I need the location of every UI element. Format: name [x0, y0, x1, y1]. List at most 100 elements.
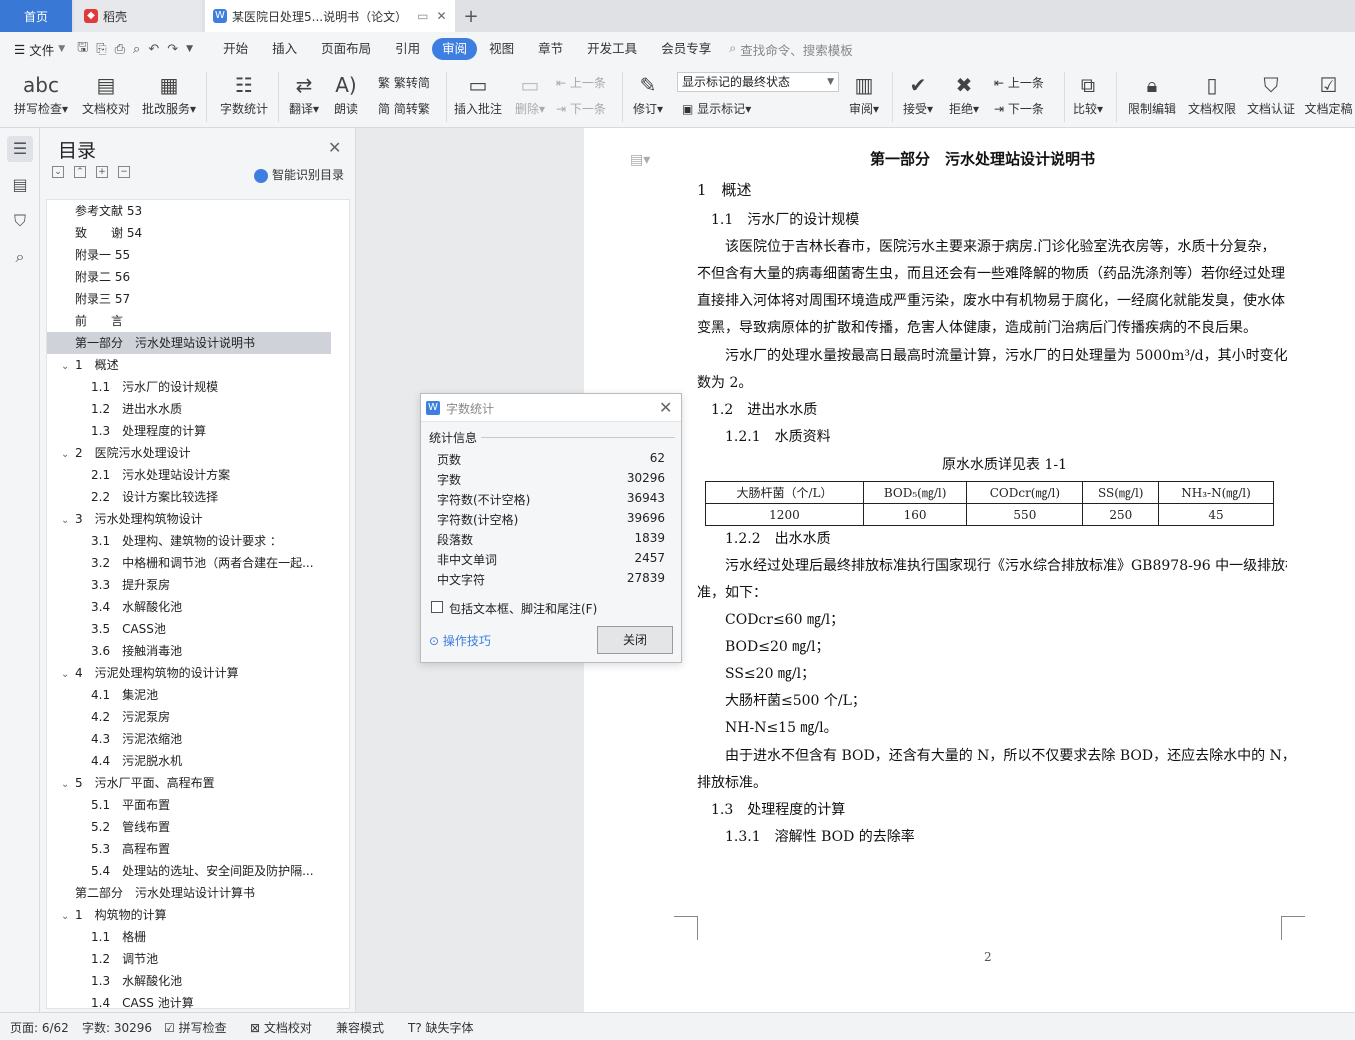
chevron-down-icon[interactable]: ⌄	[61, 664, 73, 684]
tab-document[interactable]: W 某医院日处理5...说明书（论文） ▭ ✕	[205, 0, 455, 32]
toc-item[interactable]: 1.1 污水厂的设计规模	[47, 376, 331, 398]
toc-item[interactable]: 5.3 高程布置	[47, 838, 331, 860]
compare-button[interactable]: ⧉ 比较▾	[1070, 70, 1106, 117]
reject-button[interactable]: ✖ 拒绝▾	[946, 70, 982, 117]
prev-comment-button[interactable]: ⇤ 上一条	[556, 74, 606, 91]
tab-home[interactable]: 首页	[0, 0, 72, 32]
spellcheck-status[interactable]: ☑ 拼写检查	[164, 1019, 227, 1036]
redo-icon[interactable]: ↷	[167, 42, 178, 57]
export-pdf-icon[interactable]: ⎘	[96, 42, 106, 57]
toc-item[interactable]: 1.3 处理程度的计算	[47, 420, 331, 442]
toc-item[interactable]: 参考文献 53	[47, 200, 331, 222]
toc-item[interactable]: ⌄ 2 医院污水处理设计	[47, 442, 331, 464]
toc-item[interactable]: 5.2 管线布置	[47, 816, 331, 838]
doc-cert-button[interactable]: ⛉ 文档认证	[1243, 70, 1299, 117]
toc-item[interactable]: 5.4 处理站的选址、安全间距及防护隔...	[47, 860, 331, 882]
read-aloud-button[interactable]: A) 朗读	[330, 70, 362, 117]
markup-mode-select[interactable]: 显示标记的最终状态 ▼	[677, 72, 839, 92]
show-markup-button[interactable]: ▣ 显示标记▾	[682, 100, 751, 117]
chevron-down-icon[interactable]: ⌄	[61, 510, 73, 530]
toc-item[interactable]: 第二部分 污水处理站设计计算书	[47, 882, 331, 904]
toc-item[interactable]: 2.1 污水处理站设计方案	[47, 464, 331, 486]
save-icon[interactable]: 🖫	[77, 38, 88, 60]
customize-chevron-icon[interactable]: ▼	[186, 44, 193, 54]
doc-proof-button[interactable]: ▤ 文档校对	[80, 70, 132, 117]
toc-item[interactable]: 3.2 中格栅和调节池（两者合建在一起...	[47, 552, 331, 574]
doc-permission-button[interactable]: ▯ 文档权限	[1184, 70, 1240, 117]
toc-panel-icon[interactable]: ☰	[7, 136, 33, 162]
tips-link[interactable]: ⊙ 操作技巧	[429, 632, 491, 649]
missing-font-status[interactable]: T? 缺失字体	[408, 1019, 474, 1036]
doc-final-button[interactable]: ☑ 文档定稿	[1302, 70, 1355, 117]
toc-item[interactable]: 4.1 集泥池	[47, 684, 331, 706]
toc-item[interactable]: 第一部分 污水处理站设计说明书	[47, 332, 331, 354]
toc-item[interactable]: 3.6 接触消毒池	[47, 640, 331, 662]
chevron-down-icon[interactable]: ⌄	[61, 444, 73, 464]
menu-item-layout[interactable]: 页面布局	[309, 38, 383, 60]
add-heading-icon[interactable]: +	[96, 166, 108, 178]
prev-change-button[interactable]: ⇤ 上一条	[994, 74, 1044, 91]
page-indicator[interactable]: 页面: 6/62	[10, 1019, 69, 1036]
chevron-down-icon[interactable]: ⌄	[61, 774, 73, 794]
page-note-icon[interactable]: ▤▾	[630, 152, 650, 168]
delete-comment-button[interactable]: ▭ 删除▾	[512, 70, 548, 117]
chevron-down-icon[interactable]: ⌄	[61, 906, 73, 926]
smart-toc-button[interactable]: 智能识别目录	[254, 166, 344, 183]
toc-item[interactable]: 附录二 56	[47, 266, 331, 288]
menu-item-view[interactable]: 视图	[477, 38, 526, 60]
print-preview-icon[interactable]: ⌕	[133, 42, 140, 57]
word-count-button[interactable]: ☷ 字数统计	[218, 70, 270, 117]
track-changes-button[interactable]: ✎ 修订▾	[630, 70, 666, 117]
tab-docer[interactable]: ◆ 稻壳	[74, 0, 202, 32]
toc-item[interactable]: 3.3 提升泵房	[47, 574, 331, 596]
toc-item[interactable]: ⌄ 5 污水厂平面、高程布置	[47, 772, 331, 794]
expand-all-icon[interactable]: ⌄	[52, 166, 64, 178]
toc-item[interactable]: 1.2 调节池	[47, 948, 331, 970]
file-menu[interactable]: ☰ 文件 ▼	[0, 40, 73, 59]
batch-service-button[interactable]: ▦ 批改服务▾	[140, 70, 198, 117]
translate-button[interactable]: ⇄ 翻译▾	[286, 70, 322, 117]
chapter-nav-icon[interactable]: ▤	[7, 172, 33, 198]
command-search[interactable]: ⌕ 查找命令、搜索模板	[729, 40, 853, 59]
close-button[interactable]: 关闭	[597, 626, 673, 654]
toc-item[interactable]: 2.2 设计方案比较选择	[47, 486, 331, 508]
close-icon[interactable]: ✕	[659, 398, 672, 417]
collapse-all-icon[interactable]: ⌃	[74, 166, 86, 178]
toc-item[interactable]: 1.1 格栅	[47, 926, 331, 948]
dialog-titlebar[interactable]: W 字数统计 ✕	[421, 394, 681, 422]
include-textbox-checkbox[interactable]	[431, 601, 443, 613]
toc-item[interactable]: 1.3 水解酸化池	[47, 970, 331, 992]
toc-item[interactable]: ⌄ 1 构筑物的计算	[47, 904, 331, 926]
menu-item-member[interactable]: 会员专享	[649, 38, 723, 60]
trad-to-simp-button[interactable]: 繁 繁转简	[378, 74, 430, 91]
word-count-indicator[interactable]: 字数: 30296	[82, 1019, 152, 1036]
document-page[interactable]: ▤▾ 第一部分 污水处理站设计说明书 1 概述 1.1 污水厂的设计规模 该医院…	[584, 128, 1355, 1012]
remove-heading-icon[interactable]: −	[118, 166, 130, 178]
menu-item-devtools[interactable]: 开发工具	[575, 38, 649, 60]
restrict-edit-button[interactable]: 🔒︎ 限制编辑	[1124, 70, 1180, 117]
insert-comment-button[interactable]: ▭ 插入批注	[452, 70, 504, 117]
compat-mode[interactable]: 兼容模式	[336, 1019, 384, 1036]
toc-item[interactable]: ⌄ 1 概述	[47, 354, 331, 376]
menu-item-reference[interactable]: 引用	[383, 38, 432, 60]
new-tab-button[interactable]: +	[458, 0, 484, 32]
toc-item[interactable]: 4.3 污泥浓缩池	[47, 728, 331, 750]
toc-item[interactable]: 5.1 平面布置	[47, 794, 331, 816]
toc-item[interactable]: 3.5 CASS池	[47, 618, 331, 640]
search-icon[interactable]: ⌕	[7, 244, 33, 270]
toc-item[interactable]: 致 谢 54	[47, 222, 331, 244]
proof-status[interactable]: ⊠ 文档校对	[250, 1019, 312, 1036]
undo-icon[interactable]: ↶	[148, 42, 159, 57]
toc-item[interactable]: 3.1 处理构、建筑物的设计要求 ：	[47, 530, 331, 552]
review-pane-button[interactable]: ▥ 审阅▾	[846, 70, 882, 117]
chevron-down-icon[interactable]: ⌄	[61, 356, 73, 376]
toc-item[interactable]: 附录一 55	[47, 244, 331, 266]
toc-item[interactable]: 前 言	[47, 310, 331, 332]
include-textbox-label[interactable]: 包括文本框、脚注和尾注(F)	[449, 600, 597, 617]
toc-item[interactable]: ⌄ 3 污水处理构筑物设计	[47, 508, 331, 530]
menu-item-insert[interactable]: 插入	[260, 38, 309, 60]
toc-item[interactable]: ⌄ 4 污泥处理构筑物的设计计算	[47, 662, 331, 684]
toc-item[interactable]: 4.2 污泥泵房	[47, 706, 331, 728]
simp-to-trad-button[interactable]: 简 简转繁	[378, 100, 430, 117]
menu-item-start[interactable]: 开始	[211, 38, 260, 60]
